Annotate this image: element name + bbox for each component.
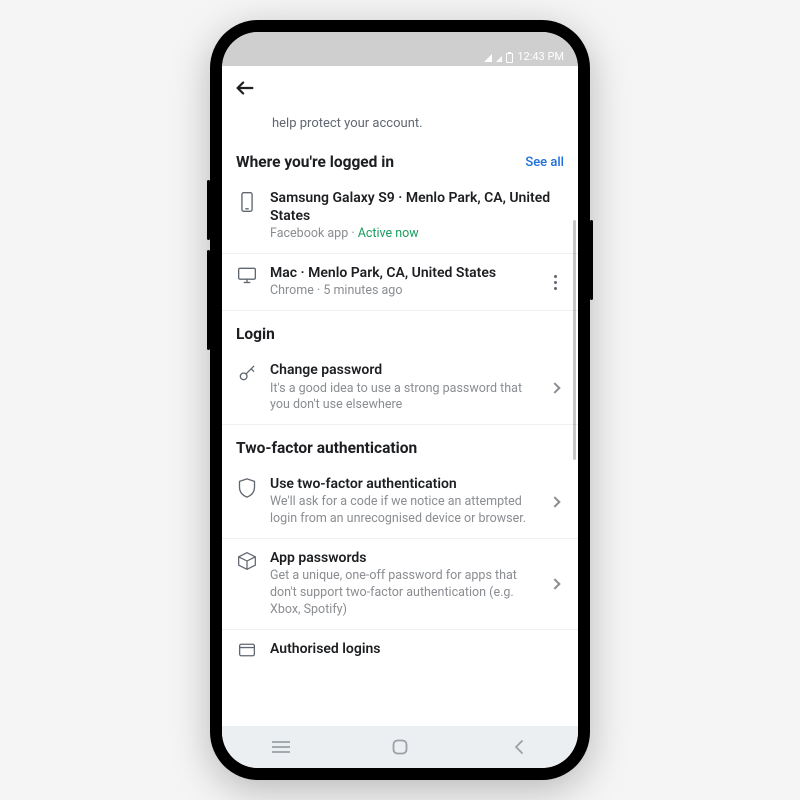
chevron-right-icon — [546, 475, 564, 528]
authorised-logins-row[interactable]: Authorised logins — [222, 630, 578, 660]
session-title: Samsung Galaxy S9 · Menlo Park, CA, Unit… — [270, 189, 564, 225]
previous-section-description: help protect your account. — [222, 110, 578, 143]
phone-icon — [236, 189, 258, 243]
home-button[interactable] — [380, 739, 420, 755]
arrow-left-icon — [234, 77, 256, 99]
status-bar: 12:43 PM — [222, 32, 578, 66]
session-sub: Facebook app · Active now — [270, 226, 564, 243]
section-title: Two-factor authentication — [236, 439, 417, 457]
chevron-right-icon — [546, 361, 564, 414]
row-title: Change password — [270, 361, 534, 379]
status-time: 12:43 PM — [517, 50, 564, 63]
app-header — [222, 66, 578, 110]
volume-up-button — [207, 180, 210, 240]
chevron-right-icon — [546, 549, 564, 619]
scrollbar[interactable] — [573, 220, 576, 460]
back-nav-button[interactable] — [499, 739, 539, 755]
session-row[interactable]: Mac · Menlo Park, CA, United States Chro… — [222, 254, 578, 311]
row-title: Use two-factor authentication — [270, 475, 534, 493]
use-tfa-row[interactable]: Use two-factor authentication We'll ask … — [222, 465, 578, 539]
row-title: App passwords — [270, 549, 534, 567]
phone-frame: 12:43 PM help protect your account. Wher… — [210, 20, 590, 780]
shield-icon — [236, 475, 258, 528]
section-title: Login — [236, 325, 275, 343]
row-sub: Get a unique, one-off password for apps … — [270, 568, 534, 619]
session-sub: Chrome · 5 minutes ago — [270, 283, 534, 300]
battery-icon — [506, 53, 513, 63]
section-title: Where you're logged in — [236, 153, 394, 171]
back-button[interactable] — [234, 77, 256, 99]
session-title: Mac · Menlo Park, CA, United States — [270, 264, 534, 282]
row-sub: We'll ask for a code if we notice an att… — [270, 494, 534, 528]
see-all-link[interactable]: See all — [525, 155, 564, 170]
screen: 12:43 PM help protect your account. Wher… — [222, 32, 578, 768]
power-button — [590, 220, 593, 300]
more-options-button[interactable] — [554, 275, 557, 290]
content-scroll[interactable]: help protect your account. Where you're … — [222, 110, 578, 726]
row-sub: It's a good idea to use a strong passwor… — [270, 381, 534, 415]
row-title: Authorised logins — [270, 640, 564, 658]
system-nav-bar — [222, 726, 578, 768]
active-now-label: Active now — [358, 226, 419, 241]
volume-down-button — [207, 250, 210, 350]
signal-icon — [484, 54, 492, 62]
recents-button[interactable] — [261, 740, 301, 754]
box-icon — [236, 549, 258, 619]
desktop-icon — [236, 264, 258, 300]
session-row-current[interactable]: Samsung Galaxy S9 · Menlo Park, CA, Unit… — [222, 179, 578, 254]
change-password-row[interactable]: Change password It's a good idea to use … — [222, 351, 578, 425]
key-icon — [236, 361, 258, 414]
wifi-icon — [496, 56, 502, 62]
section-header-login: Login — [222, 311, 578, 351]
app-passwords-row[interactable]: App passwords Get a unique, one-off pass… — [222, 539, 578, 630]
section-header-logged-in: Where you're logged in See all — [222, 143, 578, 179]
window-icon — [236, 640, 258, 658]
section-header-tfa: Two-factor authentication — [222, 425, 578, 465]
